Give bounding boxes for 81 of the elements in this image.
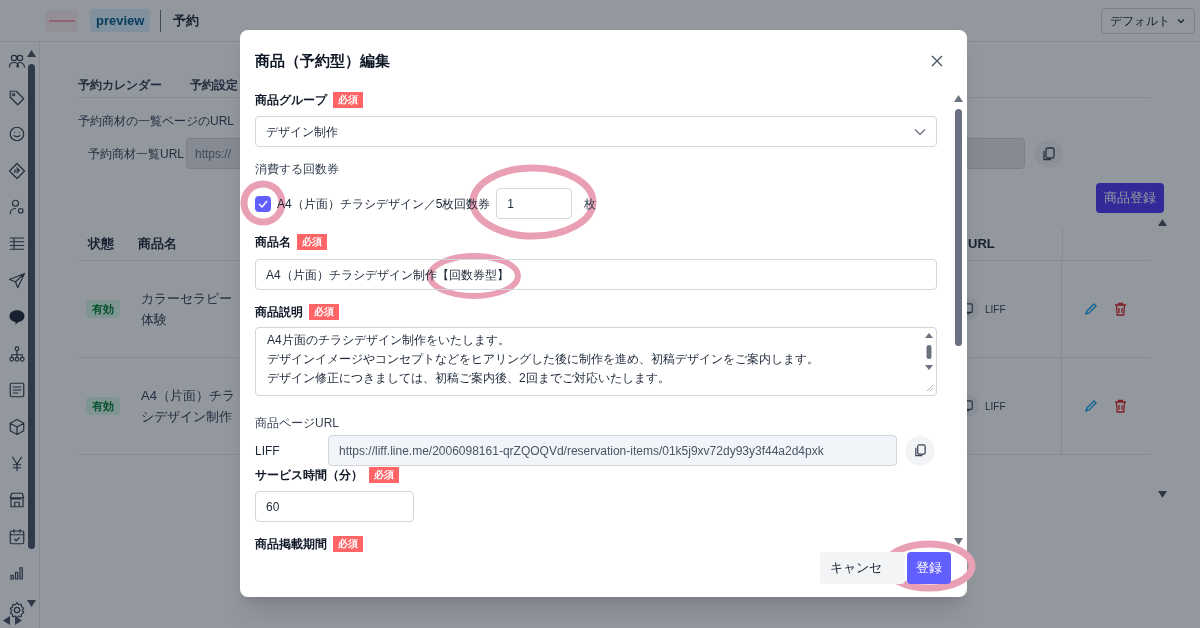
product-name: 体験	[141, 311, 167, 329]
url-label: LIFF	[985, 302, 1006, 317]
scroll-down-arrow-icon[interactable]	[1158, 491, 1167, 498]
copy-button[interactable]	[905, 435, 935, 466]
people-icon[interactable]	[8, 52, 26, 70]
page-title: 予約	[173, 11, 200, 30]
required-badge: 必須	[333, 536, 363, 552]
quantity-field[interactable]: 1	[496, 188, 573, 219]
required-badge: 必須	[369, 467, 399, 483]
field-label: 予約商材一覧URL	[88, 145, 185, 163]
trash-icon[interactable]	[1114, 399, 1127, 413]
status-badge: 有効	[86, 397, 120, 416]
send-icon[interactable]	[8, 271, 26, 290]
liff-url-field[interactable]: https://liff.line.me/2006098161-qrZQOQVd/reservation-items/01k5j9xv72dy93y3f44a2d4pxk	[328, 435, 897, 466]
bar-chart-icon[interactable]	[8, 564, 26, 583]
copy-icon	[913, 444, 927, 457]
duration-field[interactable]: 60	[255, 491, 414, 522]
hierarchy-icon[interactable]	[8, 344, 26, 363]
submit-button[interactable]: 登録	[907, 552, 951, 584]
field-label: LIFF	[255, 442, 281, 460]
scroll-down-arrow-icon[interactable]	[27, 600, 36, 607]
textarea-scrollbar[interactable]	[924, 331, 934, 393]
checkbox-label: A4（片面）チラシデザイン／5枚回数券	[277, 195, 491, 213]
add-product-button[interactable]: 商品登録	[1096, 183, 1164, 213]
chevron-down-icon	[914, 127, 926, 136]
scroll-up-arrow-icon[interactable]	[1158, 219, 1167, 226]
scroll-down-arrow-icon[interactable]	[954, 538, 963, 545]
scroll-up-arrow-icon[interactable]	[27, 50, 36, 57]
field-label: サービス時間（分）	[255, 467, 363, 484]
scrollbar-thumb[interactable]	[28, 64, 35, 549]
tag-icon[interactable]	[8, 88, 26, 107]
dialog-title: 商品（予約型）編集	[255, 50, 390, 71]
description-line: デザイン修正につきましては、初稿ご案内後、2回までご対応いたします。	[267, 370, 670, 387]
scroll-left-arrow-icon[interactable]	[3, 616, 10, 625]
document-list-icon[interactable]	[8, 381, 26, 400]
settings-icon[interactable]	[8, 600, 26, 619]
unit-label: 枚	[584, 195, 597, 213]
status-badge: 有効	[86, 300, 120, 319]
field-label: 商品名	[255, 234, 291, 251]
field-label: 商品グループ	[255, 92, 327, 109]
view-dropdown[interactable]: デフォルト	[1101, 7, 1195, 34]
cube-icon[interactable]	[8, 417, 26, 436]
cancel-button[interactable]: キャンセ	[820, 552, 905, 584]
smile-icon[interactable]	[8, 125, 26, 144]
field-label: 商品説明	[255, 304, 303, 321]
name-field[interactable]: A4（片面）チラシデザイン制作【回数券型】	[255, 259, 937, 290]
product-name: A4（片面）チラ	[141, 387, 235, 405]
description-line: A4片面のチラシデザイン制作をいたします。	[267, 332, 510, 349]
url-label: LIFF	[985, 399, 1006, 414]
column-header: 商品名	[138, 235, 177, 251]
user-gear-icon[interactable]	[8, 198, 26, 217]
product-name: シデザイン制作	[141, 408, 232, 426]
tab[interactable]: 予約設定	[190, 72, 238, 98]
scroll-right-arrow-icon[interactable]	[15, 616, 22, 625]
chat-bubble-icon[interactable]	[8, 308, 26, 327]
tab[interactable]: 予約カレンダー	[78, 72, 162, 98]
description-line: デザインイメージやコンセプトなどをヒアリングした後に制作を進め、初稿デザインをご案内します。	[267, 351, 819, 368]
close-icon[interactable]	[931, 55, 943, 67]
check-icon	[258, 199, 268, 208]
field-label: 消費する回数券	[255, 161, 339, 178]
scrollbar-thumb[interactable]	[955, 109, 962, 346]
required-badge: 必須	[333, 92, 363, 108]
product-name: カラーセラピー	[141, 290, 232, 308]
calendar-check-icon[interactable]	[8, 527, 26, 546]
environment-badge: preview	[90, 8, 151, 33]
trash-icon[interactable]	[1114, 302, 1127, 316]
column-header: 状態	[88, 235, 114, 251]
required-badge: 必須	[297, 234, 327, 250]
description-text: 予約商材の一覧ページのURL	[78, 113, 235, 130]
diamond-icon[interactable]	[8, 161, 26, 180]
required-badge: 必須	[309, 304, 339, 320]
column-header: URL	[968, 234, 995, 253]
list-icon[interactable]	[8, 234, 26, 253]
scroll-up-arrow-icon[interactable]	[954, 95, 963, 102]
group-select[interactable]: デザイン制作	[255, 116, 937, 147]
copy-icon	[1042, 146, 1056, 161]
checkbox[interactable]	[255, 195, 271, 212]
logo-image	[45, 9, 78, 32]
field-label: 商品ページURL	[255, 415, 339, 432]
store-icon[interactable]	[8, 491, 26, 510]
field-label: 商品掲載期間	[255, 536, 327, 552]
